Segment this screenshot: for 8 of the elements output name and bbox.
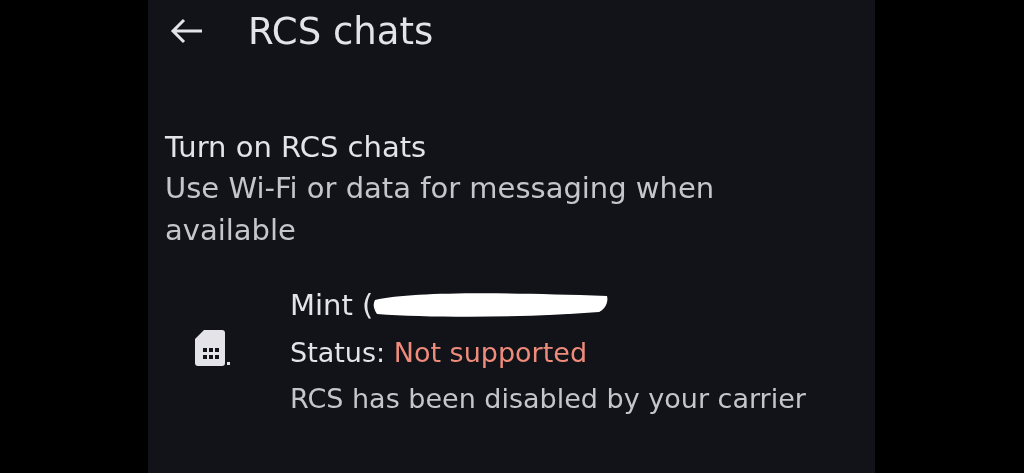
setting-summary: Use Wi-Fi or data for messaging when available: [165, 169, 716, 249]
status-text: Status: Not supported: [290, 335, 589, 370]
setting-title[interactable]: Turn on RCS chats: [165, 130, 875, 165]
sim-name: Mint (: [290, 286, 374, 324]
status-detail: RCS has been disabled by your carrier: [290, 381, 806, 416]
screen-title: RCS chats: [248, 12, 434, 50]
sim-card-icon: [194, 328, 230, 367]
back-icon[interactable]: [170, 18, 204, 44]
